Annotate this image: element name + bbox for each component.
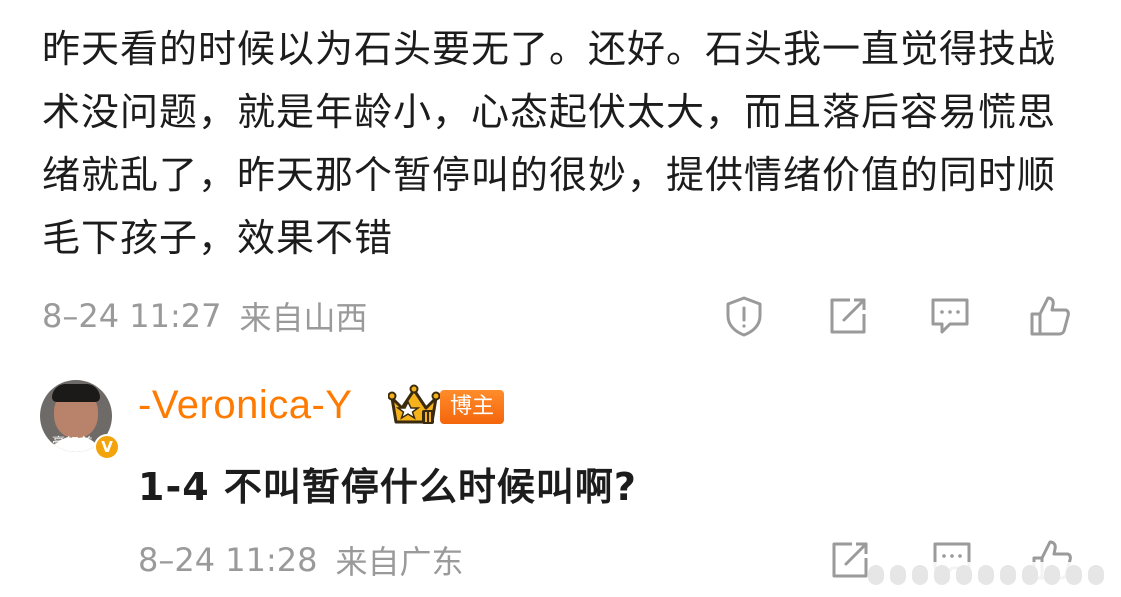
comment-meta: 8–24 11:27 来自山西	[42, 296, 368, 337]
repost-icon[interactable]	[826, 294, 870, 338]
comment-timestamp: 8–24 11:27	[42, 297, 222, 335]
report-icon[interactable]	[722, 294, 766, 338]
crown-icon	[388, 384, 440, 428]
reply-timestamp: 8–24 11:28	[138, 541, 318, 579]
avatar-caption: 豪好美	[52, 436, 95, 451]
reply-location: 来自广东	[335, 543, 464, 581]
comment-text: 昨天看的时候以为石头要无了。还好。石头我一直觉得技战术没问题，就是年龄小，心态起…	[42, 27, 1057, 260]
comment-icon[interactable]	[928, 294, 972, 338]
reply-text: 1-4 不叫暂停什么时候叫啊?	[138, 465, 637, 509]
comment-actions	[722, 294, 1072, 338]
repost-icon[interactable]	[828, 538, 872, 582]
watermark	[868, 562, 1114, 588]
verified-icon: V	[94, 434, 120, 460]
reply-meta: 8–24 11:28 来自广东	[138, 540, 464, 581]
username[interactable]: -Veronica-Y	[138, 383, 352, 428]
like-icon[interactable]	[1028, 294, 1072, 338]
author-badge: 博主	[440, 390, 505, 424]
comment-location: 来自山西	[239, 299, 368, 337]
